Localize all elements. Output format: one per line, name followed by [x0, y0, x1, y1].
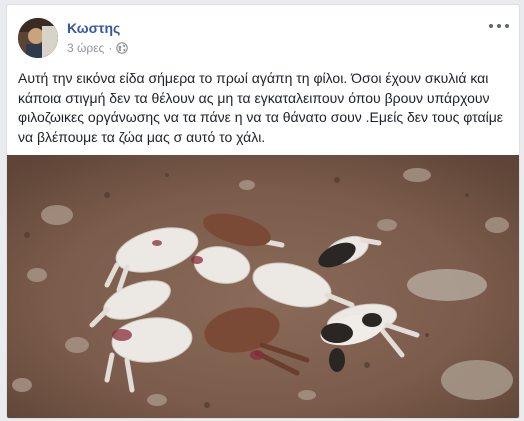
post-header: Κωστης 3 ώρες · — [7, 5, 519, 65]
more-options-icon[interactable] — [489, 19, 509, 33]
meta-separator: · — [108, 41, 113, 55]
post-card: Κωστης 3 ώρες · Αυτή την εικόνα είδα σήμ… — [6, 4, 520, 419]
post-timestamp[interactable]: 3 ώρες — [67, 41, 104, 55]
photo-dead-lambs-on-dirt — [7, 155, 519, 418]
avatar-photo — [18, 18, 58, 58]
globe-icon[interactable] — [116, 42, 129, 54]
author-avatar[interactable] — [18, 18, 58, 58]
post-photo[interactable] — [7, 155, 519, 418]
author-name[interactable]: Κωστης — [67, 20, 120, 36]
post-body-text: Αυτή την εικόνα είδα σήμερα το πρωί αγάπ… — [18, 70, 504, 145]
post-meta: 3 ώρες · — [67, 41, 129, 55]
